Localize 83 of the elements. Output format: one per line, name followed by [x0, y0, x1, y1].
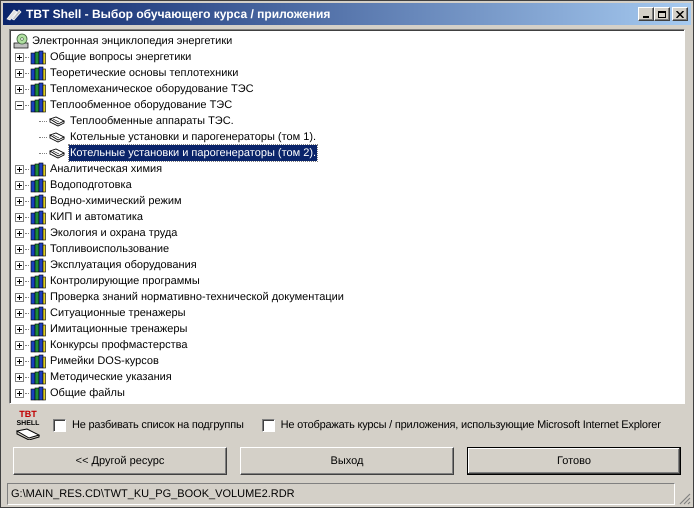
- expand-icon[interactable]: [15, 52, 24, 62]
- expand-icon[interactable]: [15, 276, 24, 286]
- expand-icon[interactable]: [15, 244, 24, 254]
- books-icon: [30, 241, 46, 257]
- collapse-icon[interactable]: [15, 100, 24, 110]
- tree-group-label[interactable]: Проверка знаний нормативно-технической документации: [50, 288, 344, 306]
- open-book-icon: [49, 147, 65, 159]
- checkbox[interactable]: [53, 418, 66, 432]
- resize-grip-icon[interactable]: [679, 493, 691, 505]
- books-icon: [30, 225, 46, 241]
- books-icon: [30, 49, 46, 65]
- checkbox[interactable]: [262, 418, 275, 432]
- expand-icon[interactable]: [15, 164, 24, 174]
- expand-icon[interactable]: [15, 260, 24, 270]
- books-icon: [30, 337, 46, 353]
- books-icon: [30, 97, 46, 113]
- expand-icon[interactable]: [15, 340, 24, 350]
- expand-icon[interactable]: [15, 68, 24, 78]
- books-icon: [30, 193, 46, 209]
- books-icon: [30, 353, 46, 369]
- expand-icon[interactable]: [15, 372, 24, 382]
- dialog-button[interactable]: Выход: [240, 447, 454, 475]
- open-book-icon: [16, 428, 40, 440]
- tree-group-label[interactable]: Конкурсы профмастерства: [50, 336, 188, 354]
- close-button[interactable]: [672, 7, 688, 21]
- expand-icon[interactable]: [15, 324, 24, 334]
- option-label: Не разбивать список на подгруппы: [72, 418, 244, 433]
- expand-icon[interactable]: [15, 292, 24, 302]
- books-icon: [30, 81, 46, 97]
- tree-root-label[interactable]: Электронная энциклопедия энергетики: [32, 32, 232, 50]
- expand-icon[interactable]: [15, 308, 24, 318]
- tree-group-label[interactable]: Водоподготовка: [50, 176, 132, 194]
- dialog-button[interactable]: Готово: [467, 447, 681, 475]
- tree-group-label[interactable]: Римейки DOS-курсов: [50, 352, 159, 370]
- close-icon: [676, 10, 684, 18]
- tree-item-label[interactable]: Теплообменные аппараты ТЭС.: [69, 112, 235, 130]
- books-icon: [30, 209, 46, 225]
- books-icon: [30, 305, 46, 321]
- tree-group-label[interactable]: Контролирующие программы: [50, 272, 200, 290]
- window-title: TBT Shell - Выбор обучающего курса / приложения: [26, 6, 332, 23]
- expand-icon[interactable]: [15, 180, 24, 190]
- tree-group-label[interactable]: Методические указания: [50, 368, 172, 386]
- open-book-icon: [49, 115, 65, 127]
- books-icon: [30, 257, 46, 273]
- books-icon: [30, 161, 46, 177]
- expand-icon[interactable]: [15, 212, 24, 222]
- tree-item-label[interactable]: Котельные установки и парогенераторы (том 1).: [69, 128, 318, 146]
- logo-text: TBT: [19, 410, 37, 419]
- tree-group-label[interactable]: Аналитическая химия: [50, 160, 162, 178]
- tree-group-label[interactable]: Экология и охрана труда: [50, 224, 178, 242]
- tree-group-label[interactable]: Тепломеханическое оборудование ТЭС: [50, 80, 254, 98]
- books-icon: [30, 369, 46, 385]
- books-icon: [30, 65, 46, 81]
- expand-icon[interactable]: [15, 356, 24, 366]
- books-icon: [30, 385, 46, 401]
- books-icon: [30, 177, 46, 193]
- status-bar: G:\MAIN_RES.CD\TWT_KU_PG_BOOK_VOLUME2.RDR: [7, 483, 675, 505]
- tree-group-label[interactable]: Водно-химический режим: [50, 192, 182, 210]
- books-icon: [30, 289, 46, 305]
- expand-icon[interactable]: [15, 228, 24, 238]
- tree-group-label[interactable]: Теплообменное оборудование ТЭС: [50, 96, 232, 114]
- tree-group-label[interactable]: Теоретические основы теплотехники: [50, 64, 238, 82]
- tree-group-label[interactable]: Топливоиспользование: [50, 240, 170, 258]
- tree-group-label[interactable]: Общие файлы: [50, 384, 125, 402]
- tree-group-label[interactable]: Имитационные тренажеры: [50, 320, 188, 338]
- tree-item-label[interactable]: Котельные установки и парогенераторы (том 2).: [69, 144, 318, 162]
- expand-icon[interactable]: [15, 84, 24, 94]
- disc-drive-icon: [13, 33, 29, 49]
- option-label: Не отображать курсы / приложения, использующие Microsoft Internet Explorer: [280, 418, 661, 433]
- open-book-icon: [49, 131, 65, 143]
- minimize-button[interactable]: [638, 7, 654, 21]
- books-icon: [30, 273, 46, 289]
- tree-group-label[interactable]: Общие вопросы энергетики: [50, 48, 192, 66]
- expand-icon[interactable]: [15, 196, 24, 206]
- expand-icon[interactable]: [15, 388, 24, 398]
- tree-group-label[interactable]: КИП и автоматика: [50, 208, 144, 226]
- maximize-icon: [658, 10, 666, 18]
- tree-group-label[interactable]: Эксплуатация оборудования: [50, 256, 197, 274]
- dialog-button[interactable]: << Другой ресурс: [13, 447, 227, 475]
- app-icon: [6, 7, 22, 21]
- books-icon: [30, 321, 46, 337]
- maximize-button[interactable]: [654, 7, 670, 21]
- tree-group-label[interactable]: Ситуационные тренажеры: [50, 304, 186, 322]
